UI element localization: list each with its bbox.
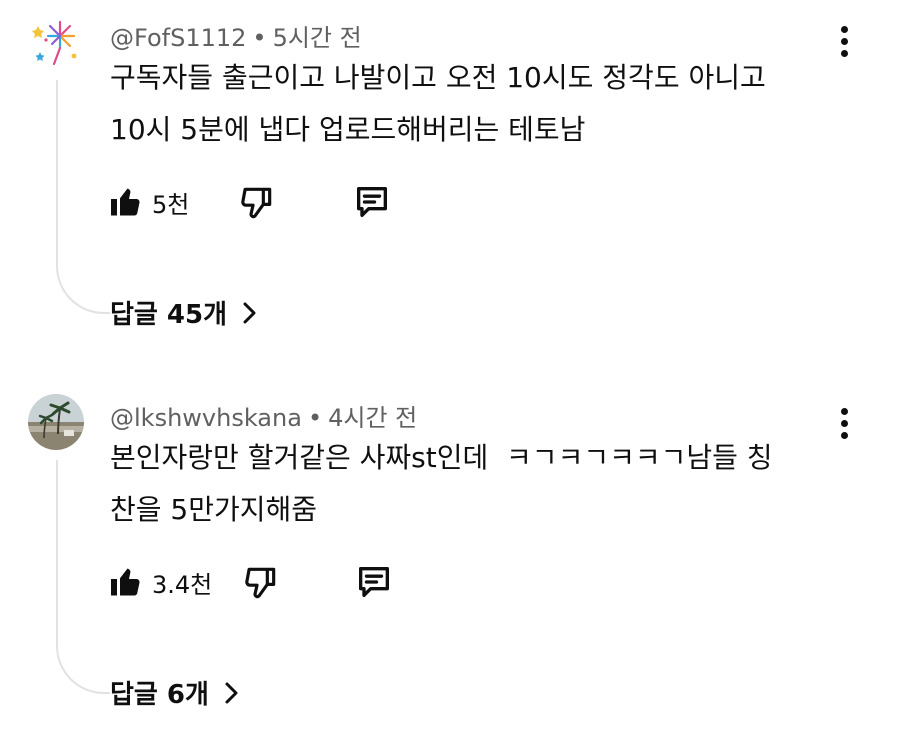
chevron-right-icon [225, 682, 238, 703]
reply-thread-line [56, 460, 110, 694]
more-vertical-icon [841, 408, 848, 415]
comment-meta: @lkshwvhskana • 4시간 전 [110, 398, 417, 433]
like-button[interactable]: 5천 [108, 180, 189, 224]
comment-2: @lkshwvhskana • 4시간 전 본인자랑만 할거같은 사짜st인데 ㅋㄱ… [0, 380, 900, 756]
chevron-right-icon [243, 302, 256, 323]
comment-actions: 5천 [108, 180, 408, 224]
comment-time: 5시간 전 [272, 24, 362, 52]
comment-icon [357, 187, 387, 217]
like-count: 5천 [152, 190, 190, 219]
avatar-fireworks[interactable] [28, 14, 84, 70]
replies-label: 답글 6개 [110, 680, 209, 710]
replies-label: 답글 45개 [110, 300, 227, 330]
author-handle[interactable]: @lkshwvhskana [110, 404, 302, 432]
comment-text: 본인자랑만 할거같은 사짜st인데 ㅋㄱㅋㄱㅋㅋㄱ남들 칭 찬을 5만가지해줌 [110, 432, 840, 536]
comment-time: 4시간 전 [328, 404, 418, 432]
comment-1: @FofS1112 • 5시간 전 구독자들 출근이고 나발이고 오전 10시도 정… [0, 0, 900, 360]
view-replies-button[interactable]: 답글 6개 [110, 674, 241, 711]
author-handle[interactable]: @FofS1112 [110, 24, 246, 52]
thumbs-down-icon [241, 187, 272, 219]
like-count: 3.4천 [152, 570, 213, 599]
reply-button[interactable] [354, 560, 394, 604]
dislike-button[interactable] [238, 180, 276, 224]
comment-meta: @FofS1112 • 5시간 전 [110, 18, 362, 53]
dislike-button[interactable] [242, 560, 280, 604]
beach-palm-photo [28, 394, 84, 450]
thumbs-down-icon [245, 567, 276, 599]
comment-text: 구독자들 출근이고 나발이고 오전 10시도 정각도 아니고 10시 5분에 냅… [110, 52, 840, 156]
reply-thread-line [56, 80, 110, 314]
fireworks-icon [28, 14, 84, 70]
thumbs-up-icon [111, 568, 140, 596]
like-button[interactable]: 3.4천 [108, 560, 212, 604]
view-replies-button[interactable]: 답글 45개 [110, 294, 259, 331]
comment-text-line: 구독자들 출근이고 나발이고 오전 10시도 정각도 아니고 [110, 61, 766, 94]
avatar-photo[interactable] [28, 394, 84, 450]
comment-text-line: 찬을 5만가지해줌 [110, 493, 318, 526]
meta-separator: • [307, 404, 323, 432]
comment-text-line: 본인자랑만 할거같은 사짜st인데 ㅋㄱㅋㄱㅋㅋㄱ남들 칭 [110, 441, 773, 474]
comment-actions: 3.4천 [108, 560, 408, 604]
comment-icon [359, 567, 389, 597]
reply-button[interactable] [352, 180, 392, 224]
meta-separator: • [252, 24, 267, 52]
thumbs-up-icon [111, 188, 140, 216]
more-vertical-icon [841, 26, 848, 33]
comment-text-line: 10시 5분에 냅다 업로드해버리는 테토남 [110, 113, 586, 146]
